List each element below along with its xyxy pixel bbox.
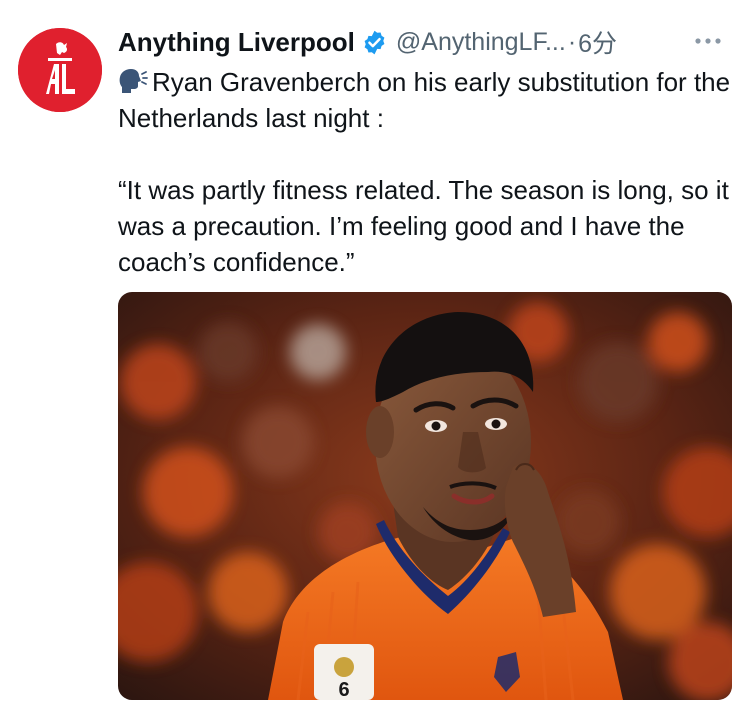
tweet-content: Anything Liverpool @AnythingLF... · 6分 R… — [118, 22, 732, 280]
author-name[interactable]: Anything Liverpool — [118, 27, 355, 58]
tweet-text-paragraph-1: Ryan Gravenberch on his early substituti… — [118, 64, 732, 136]
tweet-header: Anything Liverpool @AnythingLF... · 6分 — [118, 22, 732, 62]
verified-badge-icon — [361, 29, 388, 56]
separator-dot: · — [567, 27, 577, 56]
tweet-text: Ryan Gravenberch on his early substituti… — [118, 64, 732, 280]
tweet-timestamp[interactable]: 6分 — [578, 24, 617, 60]
tweet-card[interactable]: Anything Liverpool @AnythingLF... · 6分 R… — [0, 0, 750, 706]
speaking-head-icon — [118, 67, 148, 95]
more-options-icon[interactable] — [688, 26, 728, 56]
player-photo: 6 — [118, 292, 732, 700]
tweet-media-photo[interactable]: 6 — [118, 292, 732, 700]
club-logo-icon — [18, 28, 102, 112]
tweet-text-line-1: Ryan Gravenberch on his early substituti… — [118, 67, 731, 133]
author-handle[interactable]: @AnythingLF... — [396, 28, 566, 57]
shirt-badge-number: 6 — [338, 679, 349, 700]
tweet-text-line-2: “It was partly fitness related. The seas… — [118, 175, 729, 277]
avatar[interactable] — [18, 28, 102, 112]
